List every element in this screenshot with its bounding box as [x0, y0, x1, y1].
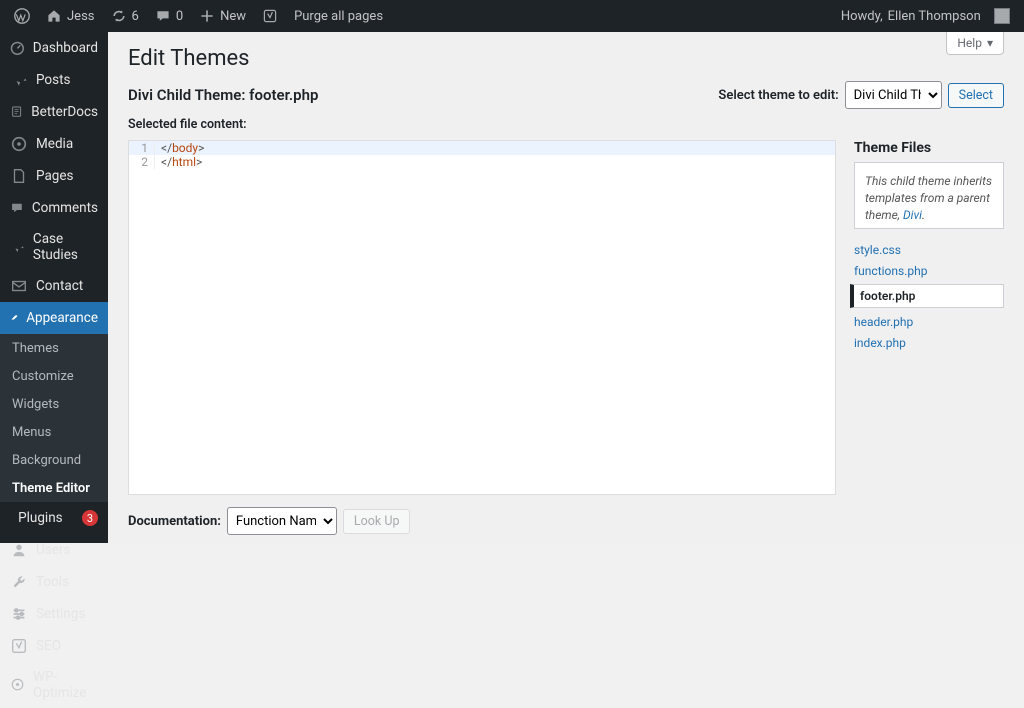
- menu-seo[interactable]: SEO: [0, 630, 108, 662]
- yoast-icon: [10, 637, 28, 655]
- line-number: 1: [129, 141, 155, 155]
- menu-label: Contact: [36, 278, 83, 294]
- submenu-background[interactable]: Background: [0, 446, 108, 474]
- theme-file-link[interactable]: footer.php: [850, 284, 1004, 308]
- yoast-icon: [262, 8, 278, 24]
- admin-toolbar: Jess 6 0 New Purge all pages Howdy, Elle…: [0, 0, 1024, 32]
- mail-icon: [10, 277, 28, 295]
- site-name-link[interactable]: Jess: [38, 0, 103, 32]
- home-icon: [46, 8, 62, 24]
- brush-icon: [10, 309, 18, 327]
- submenu-widgets[interactable]: Widgets: [0, 390, 108, 418]
- menu-dashboard[interactable]: Dashboard: [0, 32, 108, 64]
- theme-file-link[interactable]: functions.php: [854, 260, 1004, 281]
- inherit-text: This child theme inherits templates from…: [865, 174, 992, 222]
- new-content-link[interactable]: New: [191, 0, 254, 32]
- optimize-icon: [10, 676, 25, 694]
- theme-file-link[interactable]: style.css: [854, 239, 1004, 260]
- pin-icon: [10, 238, 25, 256]
- menu-case-studies[interactable]: Case Studies: [0, 224, 108, 270]
- menu-plugins[interactable]: Plugins 3: [0, 502, 108, 534]
- menu-contact[interactable]: Contact: [0, 270, 108, 302]
- select-theme-label: Select theme to edit:: [718, 88, 838, 103]
- menu-settings[interactable]: Settings: [0, 598, 108, 630]
- menu-label: Plugins: [18, 510, 63, 526]
- comments-link[interactable]: 0: [147, 0, 191, 32]
- help-tab-button[interactable]: Help▾: [946, 32, 1004, 55]
- function-select[interactable]: Function Name…: [227, 507, 337, 535]
- documentation-label: Documentation:: [128, 514, 221, 529]
- docs-icon: [10, 103, 23, 121]
- select-button[interactable]: Select: [948, 83, 1004, 108]
- menu-posts[interactable]: Posts: [0, 64, 108, 96]
- parent-theme-link[interactable]: Divi: [903, 208, 922, 222]
- comment-icon: [155, 8, 171, 24]
- page-title: Edit Themes: [128, 46, 1004, 71]
- avatar: [994, 8, 1010, 24]
- menu-tools[interactable]: Tools: [0, 566, 108, 598]
- plus-icon: [199, 8, 215, 24]
- yoast-link[interactable]: [254, 0, 286, 32]
- comment-icon: [10, 199, 24, 217]
- menu-label: BetterDocs: [31, 104, 98, 120]
- menu-label: Posts: [36, 72, 70, 88]
- wp-logo[interactable]: [6, 0, 38, 32]
- menu-label: Media: [36, 136, 73, 152]
- admin-sidebar: Dashboard Posts BetterDocs Media Pages C…: [0, 32, 108, 543]
- updates-link[interactable]: 6: [103, 0, 147, 32]
- media-icon: [10, 135, 28, 153]
- pin-icon: [10, 71, 28, 89]
- menu-wpoptimize[interactable]: WP-Optimize: [0, 662, 108, 708]
- menu-label: SEO: [36, 638, 61, 654]
- wrench-icon: [10, 573, 28, 591]
- dashboard-icon: [10, 39, 25, 57]
- menu-label: Settings: [36, 606, 85, 622]
- submenu-menus[interactable]: Menus: [0, 418, 108, 446]
- plugins-update-badge: 3: [82, 510, 98, 526]
- selected-file-label: Selected file content:: [128, 117, 1004, 132]
- menu-label: Tools: [36, 574, 69, 590]
- menu-label: Users: [36, 542, 70, 558]
- theme-files-panel: Theme Files This child theme inherits te…: [854, 140, 1004, 495]
- menu-appearance[interactable]: Appearance: [0, 302, 108, 334]
- menu-users[interactable]: Users: [0, 534, 108, 566]
- menu-label: Pages: [36, 168, 74, 184]
- sliders-icon: [10, 605, 28, 623]
- updates-icon: [111, 8, 127, 24]
- menu-label: Comments: [32, 200, 98, 216]
- appearance-submenu: Themes Customize Widgets Menus Backgroun…: [0, 334, 108, 502]
- main-content: Help▾ Edit Themes Divi Child Theme: foot…: [108, 32, 1024, 543]
- menu-pages[interactable]: Pages: [0, 160, 108, 192]
- menu-media[interactable]: Media: [0, 128, 108, 160]
- line-number: 2: [129, 155, 155, 169]
- file-heading: Divi Child Theme: footer.php: [128, 86, 318, 104]
- chevron-down-icon: ▾: [987, 36, 993, 50]
- theme-files-heading: Theme Files: [854, 140, 1004, 156]
- code-editor[interactable]: 1</body> 2</html>: [128, 140, 836, 495]
- menu-label: Case Studies: [33, 231, 98, 263]
- submenu-theme-editor[interactable]: Theme Editor: [0, 474, 108, 502]
- user-icon: [10, 541, 28, 559]
- user-account-link[interactable]: Howdy, Ellen Thompson: [833, 0, 1018, 32]
- theme-file-link[interactable]: header.php: [854, 311, 1004, 332]
- menu-label: WP-Optimize: [33, 669, 98, 701]
- submenu-customize[interactable]: Customize: [0, 362, 108, 390]
- menu-betterdocs[interactable]: BetterDocs: [0, 96, 108, 128]
- theme-file-link[interactable]: index.php: [854, 332, 1004, 353]
- menu-label: Appearance: [26, 310, 98, 326]
- theme-select[interactable]: Divi Child Theme: [845, 81, 942, 109]
- purge-cache-link[interactable]: Purge all pages: [286, 0, 391, 32]
- menu-comments[interactable]: Comments: [0, 192, 108, 224]
- submenu-themes[interactable]: Themes: [0, 334, 108, 362]
- menu-label: Dashboard: [33, 40, 98, 56]
- lookup-button[interactable]: Look Up: [343, 509, 411, 534]
- page-icon: [10, 167, 28, 185]
